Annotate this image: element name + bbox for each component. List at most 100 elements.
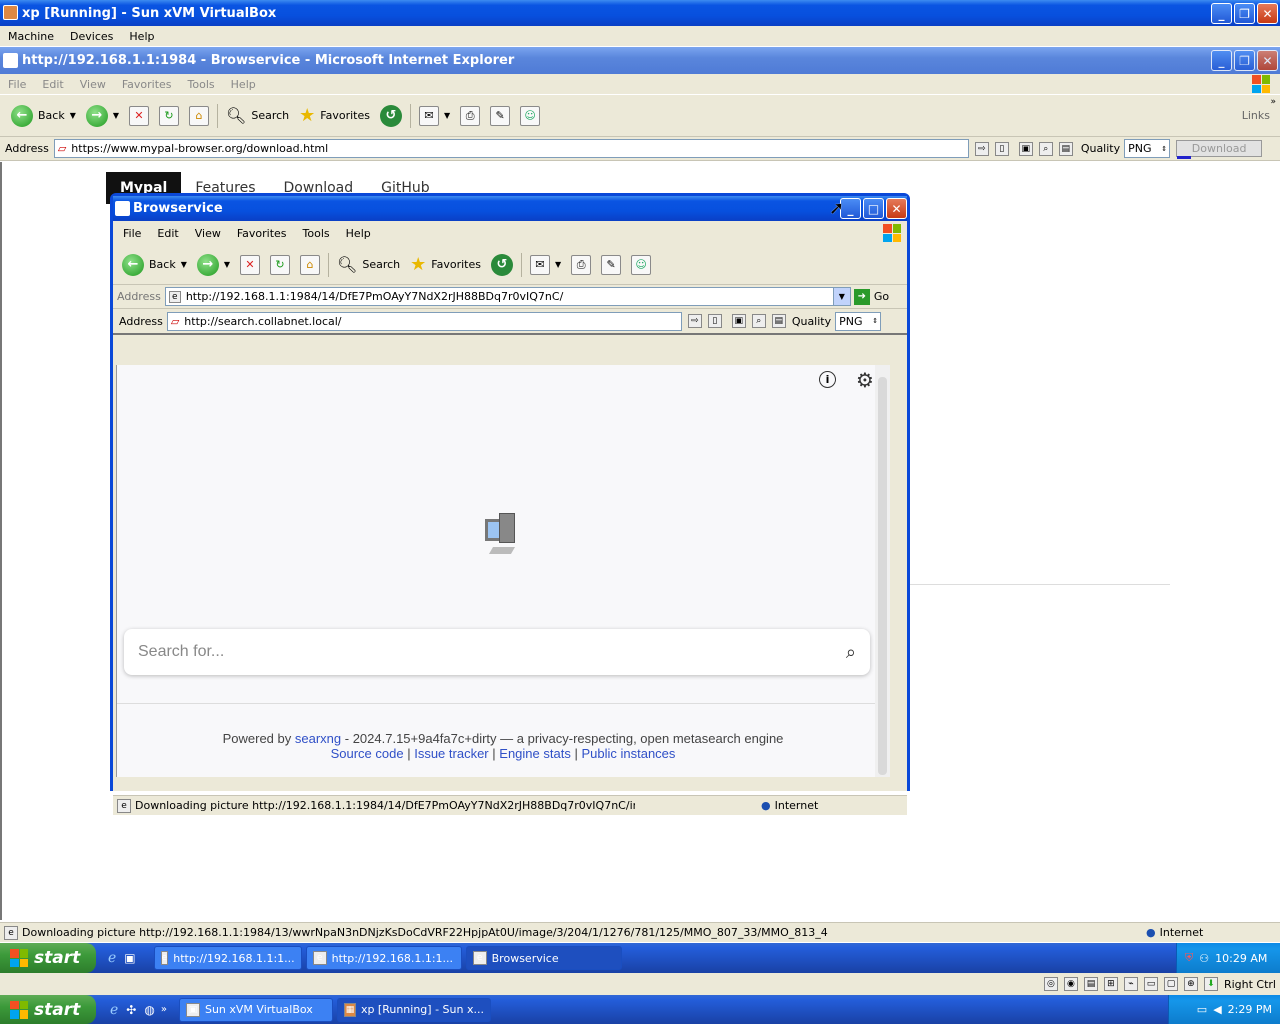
minimize-button[interactable]: _ xyxy=(1211,3,1232,24)
refresh-button[interactable]: ↻ xyxy=(154,101,184,131)
bs-mail-button[interactable]: ✉ ▼ xyxy=(525,250,566,280)
menu-machine[interactable]: Machine xyxy=(0,30,62,43)
bs-menu-edit[interactable]: Edit xyxy=(149,227,186,240)
public-instances-link[interactable]: Public instances xyxy=(581,746,675,761)
engine-stats-link[interactable]: Engine stats xyxy=(499,746,571,761)
bs-stop-button[interactable]: ✕ xyxy=(235,250,265,280)
bs-search-button[interactable]: 🔍︎ Search xyxy=(332,250,405,280)
vm-start-button[interactable]: start xyxy=(0,943,96,973)
bs-edit-button[interactable]: ✎ xyxy=(596,250,626,280)
go-button[interactable]: ➜ Go xyxy=(853,288,889,305)
floppy-icon[interactable]: ▤ xyxy=(1083,977,1098,991)
save-icon[interactable]: ▣ xyxy=(1018,141,1033,156)
source-code-link[interactable]: Source code xyxy=(331,746,404,761)
clipboard-icon[interactable]: ▤ xyxy=(1058,141,1073,156)
bs-quality-select[interactable]: PNG ⇕ xyxy=(835,311,882,331)
cdrom-icon[interactable]: ◉ xyxy=(1063,977,1078,991)
scrollbar-thumb[interactable] xyxy=(878,377,887,775)
vrdp-icon[interactable]: ▢ xyxy=(1163,977,1178,991)
bs-address-field[interactable]: ▱ http://search.collabnet.local/ xyxy=(166,311,682,331)
history-button[interactable]: ↺ xyxy=(375,101,407,131)
address-dropdown-icon[interactable]: ▼ xyxy=(832,288,850,305)
scrollbar[interactable] xyxy=(875,365,890,777)
print-button[interactable]: ⎙ xyxy=(455,101,485,131)
ie-menu-view[interactable]: View xyxy=(72,78,114,91)
searxng-link[interactable]: searxng xyxy=(295,731,341,746)
save-icon[interactable]: ▣ xyxy=(731,314,746,328)
network-adapter-icon[interactable]: ⊞ xyxy=(1103,977,1118,991)
search-button[interactable]: 🔍︎ Search xyxy=(221,101,294,131)
close-button[interactable]: ✕ xyxy=(1257,3,1278,24)
search-box[interactable]: Search for... ⌕ xyxy=(124,629,870,675)
keyboard-capture-icon[interactable]: ⬇ xyxy=(1203,977,1218,991)
bs-favorites-button[interactable]: ★ Favorites xyxy=(405,250,486,280)
back-arrow-tray-icon[interactable]: ◀ xyxy=(1213,1003,1221,1016)
usb-icon[interactable]: ⌁ xyxy=(1123,977,1138,991)
mail-button[interactable]: ✉ ▼ xyxy=(414,101,455,131)
ie-menu-file[interactable]: File xyxy=(0,78,34,91)
download-button[interactable]: Download xyxy=(1176,140,1263,159)
ie-menu-edit[interactable]: Edit xyxy=(34,78,71,91)
shield-icon[interactable]: ⛨ xyxy=(1185,951,1193,965)
bs-refresh-button[interactable]: ↻ xyxy=(265,250,295,280)
bs-close-button[interactable]: ✕ xyxy=(886,198,907,219)
desktop-quicklaunch-icon[interactable]: ▣ xyxy=(124,951,135,965)
home-button[interactable]: ⌂ xyxy=(184,101,214,131)
gear-icon[interactable]: ⚙ xyxy=(856,368,874,392)
host-start-button[interactable]: start xyxy=(0,995,96,1024)
ie-quicklaunch-icon[interactable]: ℯ xyxy=(108,950,116,966)
go-arrow-icon[interactable]: ⇨ xyxy=(687,314,702,328)
ie-restore-button[interactable]: ❐ xyxy=(1234,50,1255,71)
links-label[interactable]: Links xyxy=(1242,109,1270,122)
bs-ie-address-field[interactable]: e http://192.168.1.1:1984/14/DfE7PmOAyY7N… xyxy=(164,287,851,306)
bs-menu-file[interactable]: File xyxy=(115,227,149,240)
clipboard-icon[interactable]: ▤ xyxy=(771,314,786,328)
back-button[interactable]: ← Back ▼ xyxy=(6,101,81,131)
bs-messenger-button[interactable]: ☺ xyxy=(626,250,656,280)
firefox-quicklaunch-icon[interactable]: ◍ xyxy=(144,1003,154,1017)
address-field[interactable]: ▱ https://www.mypal-browser.org/download… xyxy=(53,139,969,158)
toolbar-chevron-icon[interactable]: » xyxy=(1270,97,1276,107)
bs-print-button[interactable]: ⎙ xyxy=(566,250,596,280)
vm-task-ie-1[interactable]: e http://192.168.1.1:1... xyxy=(153,946,302,970)
keyboard-tray-icon[interactable]: ▭ xyxy=(1197,1003,1207,1016)
ie-minimize-button[interactable]: _ xyxy=(1211,50,1232,71)
menu-help[interactable]: Help xyxy=(121,30,162,43)
forward-button[interactable]: → ▼ xyxy=(81,101,124,131)
menu-devices[interactable]: Devices xyxy=(62,30,121,43)
stop-button[interactable]: ✕ xyxy=(124,101,154,131)
bs-menu-favorites[interactable]: Favorites xyxy=(229,227,295,240)
quality-select[interactable]: PNG ⇕ xyxy=(1124,139,1171,158)
bs-menu-help[interactable]: Help xyxy=(338,227,379,240)
find-icon[interactable]: ⌕ xyxy=(751,314,766,328)
info-icon[interactable]: i xyxy=(819,371,836,388)
search-input[interactable]: Search for... xyxy=(138,643,224,661)
bs-maximize-button[interactable]: □ xyxy=(863,198,884,219)
shared-folder-icon[interactable]: ▭ xyxy=(1143,977,1158,991)
ie-menu-tools[interactable]: Tools xyxy=(180,78,223,91)
bs-history-button[interactable]: ↺ xyxy=(486,250,518,280)
search-icon[interactable]: ⌕ xyxy=(846,642,856,663)
messenger-button[interactable]: ☺ xyxy=(515,101,545,131)
find-icon[interactable]: ⌕ xyxy=(1038,141,1053,156)
network-icon[interactable]: ⚇ xyxy=(1199,952,1209,965)
bs-menu-tools[interactable]: Tools xyxy=(295,227,338,240)
bookmark-icon[interactable]: ▯ xyxy=(994,141,1009,156)
bs-forward-button[interactable]: → ▼ xyxy=(192,250,235,280)
ie-quicklaunch-icon[interactable]: ℯ xyxy=(110,1002,118,1018)
ie-menu-favorites[interactable]: Favorites xyxy=(114,78,180,91)
restore-button[interactable]: ❐ xyxy=(1234,3,1255,24)
host-task-virtualbox[interactable]: ▣ Sun xVM VirtualBox xyxy=(178,997,333,1022)
go-arrow-icon[interactable]: ⇨ xyxy=(974,141,989,156)
vm-task-ie-2[interactable]: e http://192.168.1.1:1... xyxy=(305,946,462,970)
edit-button[interactable]: ✎ xyxy=(485,101,515,131)
quicklaunch-chevron-icon[interactable]: » xyxy=(161,1004,167,1015)
host-task-vm[interactable]: ▦ xp [Running] - Sun x... xyxy=(336,997,491,1022)
favorites-button[interactable]: ★ Favorites xyxy=(294,101,375,131)
mouse-integration-icon[interactable]: ⊕ xyxy=(1183,977,1198,991)
app-quicklaunch-icon[interactable]: ✣ xyxy=(126,1003,136,1017)
bs-back-button[interactable]: ← Back ▼ xyxy=(117,250,192,280)
bs-menu-view[interactable]: View xyxy=(187,227,229,240)
ie-close-button[interactable]: ✕ xyxy=(1257,50,1278,71)
hdd-icon[interactable]: ◎ xyxy=(1043,977,1058,991)
